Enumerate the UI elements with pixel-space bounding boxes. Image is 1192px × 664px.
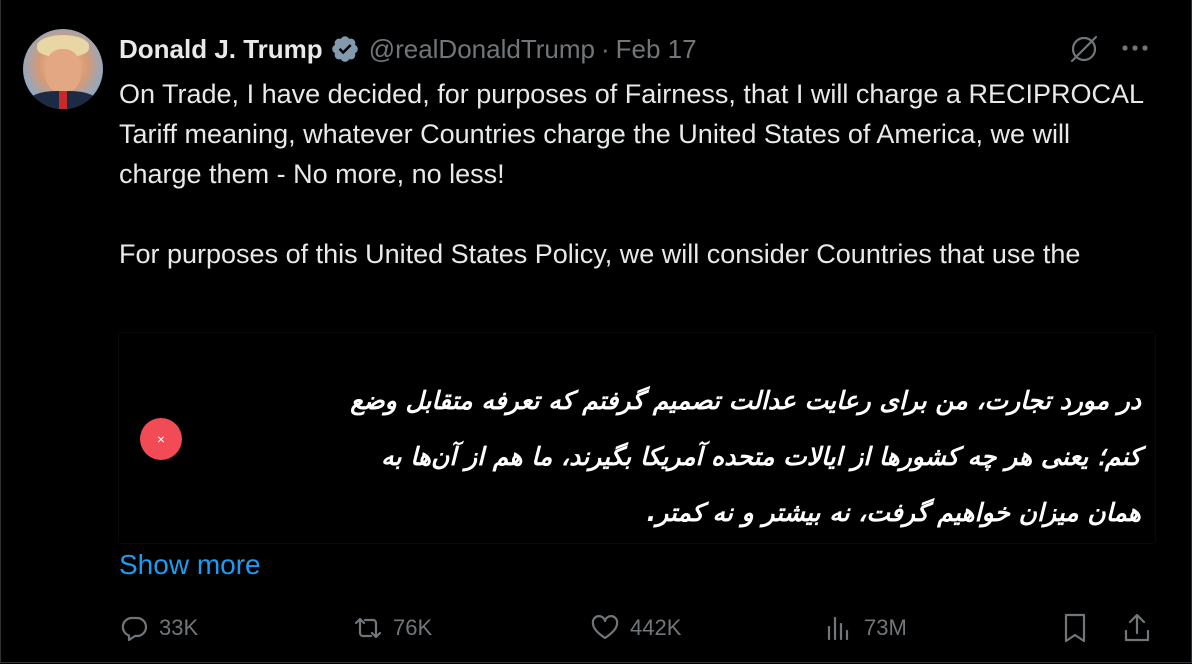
- avatar[interactable]: [23, 29, 103, 109]
- tweet-header: Donald J. Trump @realDonaldTrump · Feb 1…: [119, 31, 697, 67]
- show-more-link[interactable]: Show more: [119, 548, 261, 582]
- share-button[interactable]: [1121, 611, 1153, 645]
- media-persian-text: در مورد تجارت، من برای رعایت عدالت تصمیم…: [350, 386, 1141, 527]
- author-handle[interactable]: @realDonaldTrump: [369, 34, 595, 65]
- like-button[interactable]: 442K: [590, 610, 681, 646]
- repost-button[interactable]: 76K: [353, 610, 432, 646]
- avatar-face: [45, 49, 81, 93]
- repost-icon: [354, 617, 382, 639]
- views-button[interactable]: 73M: [824, 610, 907, 646]
- views-icon: [827, 616, 849, 641]
- author-name[interactable]: Donald J. Trump: [119, 34, 323, 65]
- like-count: 442K: [630, 615, 682, 640]
- tweet-media[interactable]: × در مورد تجارت، من برای رعایت عدالت تصم…: [118, 332, 1156, 544]
- bookmark-icon: [1064, 613, 1086, 643]
- more-icon[interactable]: [1119, 36, 1151, 60]
- tweet-date[interactable]: Feb 17: [616, 34, 697, 65]
- close-icon[interactable]: ×: [140, 418, 182, 460]
- verified-badge-icon[interactable]: [330, 34, 360, 64]
- bookmark-button[interactable]: [1059, 611, 1091, 645]
- separator-dot: ·: [600, 33, 610, 64]
- avatar-tie: [59, 91, 67, 109]
- tweet-card: Donald J. Trump @realDonaldTrump · Feb 1…: [0, 0, 1192, 663]
- repost-count: 76K: [393, 615, 433, 640]
- views-count: 73M: [864, 615, 907, 640]
- grok-icon[interactable]: [1067, 32, 1101, 66]
- reply-count: 33K: [159, 615, 199, 640]
- reply-button[interactable]: 33K: [119, 610, 198, 646]
- reply-icon: [121, 616, 148, 642]
- heart-icon: [591, 615, 619, 640]
- tweet-text: On Trade, I have decided, for purposes o…: [119, 79, 1143, 269]
- share-icon: [1124, 613, 1150, 642]
